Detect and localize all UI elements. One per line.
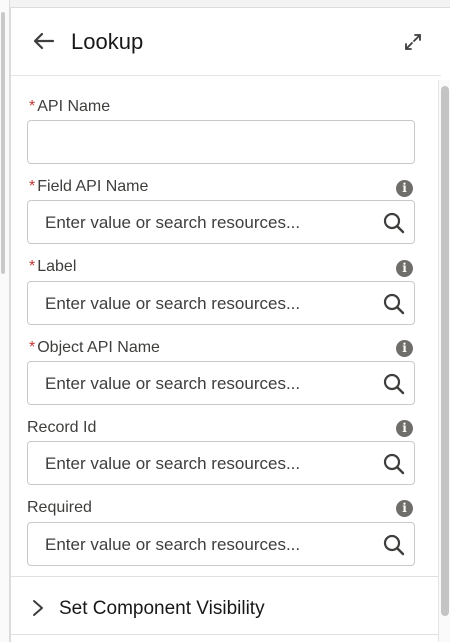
- info-icon[interactable]: i: [396, 420, 413, 437]
- field-label-record-id: Record Id: [27, 419, 97, 436]
- section-label: Set Component Visibility: [59, 598, 265, 619]
- expand-button[interactable]: [403, 32, 423, 52]
- top-edge: [10, 0, 450, 8]
- chevron-right-icon: [33, 600, 43, 616]
- record-id-input[interactable]: Enter value or search resources...: [27, 441, 415, 485]
- object-api-name-placeholder: Enter value or search resources...: [45, 374, 301, 393]
- required-marker: *: [29, 258, 36, 275]
- required-placeholder: Enter value or search resources...: [45, 535, 301, 554]
- search-icon[interactable]: [382, 211, 406, 235]
- field-label-label: * Label: [29, 258, 77, 275]
- left-panel-edge: [0, 0, 10, 642]
- search-icon[interactable]: [382, 372, 406, 396]
- record-id-placeholder: Enter value or search resources...: [45, 454, 301, 473]
- info-icon[interactable]: i: [396, 500, 413, 517]
- field-label-field-api-name: * Field API Name: [29, 178, 149, 195]
- label-placeholder: Enter value or search resources...: [45, 294, 301, 313]
- properties-panel: Lookup * API Name * Field API Name i Enter…: [10, 8, 450, 642]
- field-label-object-api-name: * Object API Name: [29, 339, 160, 356]
- field-label-required: Required: [27, 499, 92, 516]
- search-icon[interactable]: [382, 452, 406, 476]
- search-icon[interactable]: [382, 533, 406, 557]
- info-icon[interactable]: i: [396, 180, 413, 197]
- field-api-name-placeholder: Enter value or search resources...: [45, 213, 301, 232]
- required-input[interactable]: Enter value or search resources...: [27, 522, 415, 566]
- section-divider: [11, 634, 439, 635]
- object-api-name-input[interactable]: Enter value or search resources...: [27, 361, 415, 405]
- field-label-api-name: * API Name: [29, 98, 111, 115]
- arrow-left-icon: [33, 32, 55, 50]
- scrollbar-thumb[interactable]: [441, 86, 449, 616]
- info-icon[interactable]: i: [396, 260, 413, 277]
- required-marker: *: [29, 178, 36, 195]
- left-scrollbar-thumb[interactable]: [1, 12, 5, 274]
- required-marker: *: [29, 98, 36, 115]
- label-input[interactable]: Enter value or search resources...: [27, 281, 415, 325]
- panel-title: Lookup: [71, 29, 144, 54]
- back-button[interactable]: [31, 28, 57, 54]
- required-marker: *: [29, 339, 36, 356]
- field-api-name-input[interactable]: Enter value or search resources...: [27, 200, 415, 244]
- panel-header: Lookup: [11, 8, 441, 76]
- api-name-input[interactable]: [27, 120, 415, 164]
- expand-icon: [405, 34, 421, 50]
- section-divider: [11, 576, 439, 577]
- search-icon[interactable]: [382, 292, 406, 316]
- info-icon[interactable]: i: [396, 340, 413, 357]
- form-body: * API Name * Field API Name i Enter value …: [11, 76, 439, 642]
- set-component-visibility-toggle[interactable]: Set Component Visibility: [11, 578, 439, 638]
- vertical-scrollbar[interactable]: [438, 80, 450, 642]
